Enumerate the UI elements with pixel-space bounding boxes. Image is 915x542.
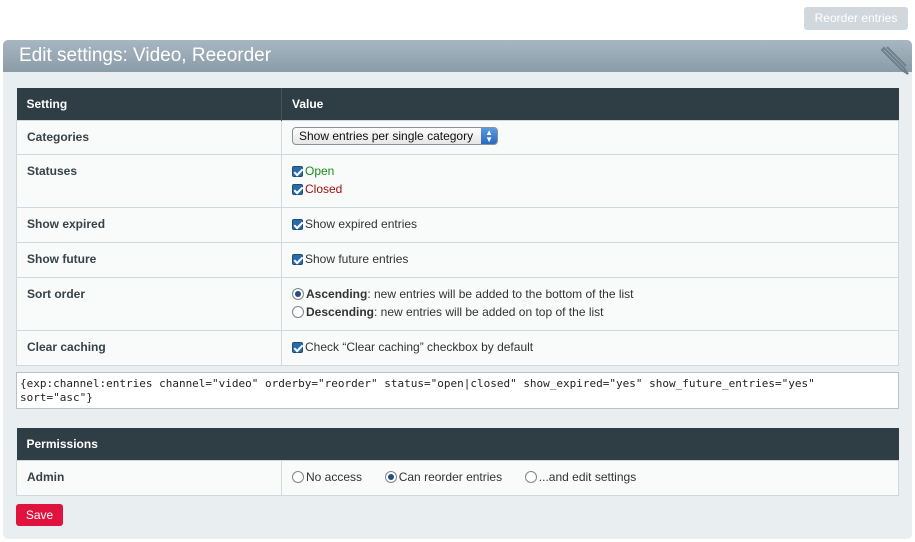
code-snippet-textarea[interactable]: {exp:channel:entries channel="video" ord… — [16, 372, 899, 409]
column-header-value: Value — [281, 88, 899, 120]
sort-descending-title: Descending — [306, 304, 375, 319]
sort-ascending-desc: : new entries will be added to the botto… — [367, 286, 634, 301]
reorder-entries-button[interactable]: Reorder entries — [804, 7, 908, 30]
categories-select[interactable]: Show entries per single category ▲ ▼ — [292, 126, 499, 145]
show-future-checkbox[interactable] — [292, 253, 303, 265]
status-closed-checkbox[interactable] — [292, 183, 303, 195]
settings-table: Setting Value Categories Show entries pe… — [16, 88, 899, 366]
show-expired-option: Show expired entries — [305, 216, 418, 231]
table-row: Clear caching Check “Clear caching” chec… — [16, 329, 899, 366]
sort-ascending-radio[interactable] — [292, 287, 304, 300]
no-access-radio[interactable] — [292, 470, 304, 483]
show-expired-checkbox[interactable] — [292, 218, 303, 230]
statuses-label: Statuses — [16, 153, 282, 208]
table-row: Show expired Show expired entries — [16, 206, 899, 243]
save-button[interactable]: Save — [16, 504, 63, 526]
clear-caching-option: Check “Clear caching” checkbox by defaul… — [305, 339, 534, 354]
show-future-option: Show future entries — [305, 251, 409, 266]
sort-ascending-title: Ascending — [306, 286, 368, 301]
pencil-icon — [880, 46, 909, 75]
can-reorder-label: Can reorder entries — [398, 469, 503, 484]
show-expired-label: Show expired — [16, 206, 282, 243]
categories-select-value: Show entries per single category — [299, 128, 474, 143]
select-arrows-icon: ▲ ▼ — [481, 127, 498, 144]
column-header-setting: Setting — [16, 88, 282, 120]
table-row: Categories Show entries per single categ… — [16, 119, 899, 155]
clear-caching-label: Clear caching — [16, 329, 282, 366]
show-future-label: Show future — [16, 241, 282, 278]
status-open-checkbox[interactable] — [292, 165, 303, 177]
edit-settings-radio[interactable] — [524, 470, 537, 483]
clear-caching-checkbox[interactable] — [292, 341, 303, 353]
status-closed-label: Closed — [305, 181, 343, 196]
permissions-header: Permissions — [16, 428, 899, 460]
table-row: Show future Show future entries — [16, 241, 899, 278]
table-row: Admin No access Can reorder entries ...a… — [16, 459, 899, 496]
can-reorder-radio[interactable] — [384, 470, 397, 483]
admin-label: Admin — [16, 459, 282, 496]
sort-descending-desc: : new entries will be added on top of th… — [374, 304, 604, 319]
edit-settings-label: ...and edit settings — [538, 469, 637, 484]
status-open-label: Open — [305, 163, 335, 178]
table-row: Statuses Open Closed — [16, 153, 899, 208]
page-title: Edit settings: Video, Reeorder — [19, 45, 272, 66]
sort-descending-radio[interactable] — [292, 305, 304, 318]
table-row: Sort order Ascending: new entries will b… — [16, 276, 899, 331]
categories-label: Categories — [16, 119, 282, 155]
permissions-table: Permissions Admin No access Can reorder … — [16, 428, 899, 496]
no-access-label: No access — [306, 469, 363, 484]
sort-order-label: Sort order — [16, 276, 282, 331]
edit-settings-panel: Edit settings: Video, Reeorder Setting V… — [3, 40, 912, 539]
panel-header: Edit settings: Video, Reeorder — [3, 40, 912, 75]
